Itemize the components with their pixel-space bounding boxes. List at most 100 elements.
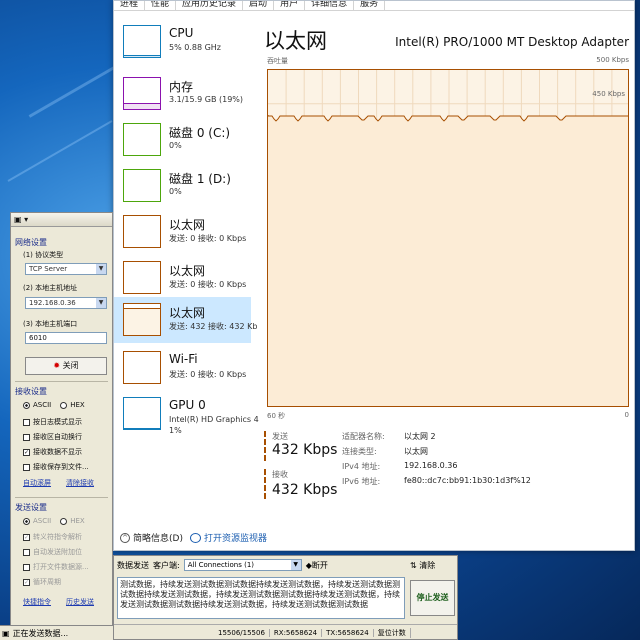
divider (15, 381, 108, 382)
checkbox-checked[interactable]: ✓ (23, 533, 30, 541)
footer-bar: ^ 简略信息(D) 打开资源监视器 (114, 523, 634, 551)
stop-send-button[interactable]: 停止发送 (410, 580, 455, 616)
resource-item[interactable]: 以太网 发送: 0 接收: 0 Kbps (114, 255, 251, 301)
local-port-input[interactable]: 6010 (25, 332, 107, 344)
checkbox[interactable] (23, 463, 30, 471)
send-option[interactable]: ✓ 转义符指令解析 (23, 532, 82, 542)
history-link[interactable]: 历史发送 (66, 597, 94, 607)
resource-name: 以太网 (169, 264, 206, 278)
disconnect-button[interactable]: ◆断开 (306, 560, 328, 571)
checkbox[interactable] (23, 418, 30, 426)
ascii-radio[interactable] (23, 517, 30, 525)
page-title: 以太网 (264, 29, 327, 53)
hex-radio[interactable] (60, 517, 68, 525)
shortcut-link[interactable]: 快捷指令 (23, 597, 51, 607)
open-resource-monitor-link[interactable]: 打开资源监视器 (190, 531, 267, 544)
protocol-select[interactable]: TCP Server ▼ (25, 263, 107, 275)
adapter-name: Intel(R) PRO/1000 MT Desktop Adapter (395, 35, 629, 49)
resource-monitor-icon (190, 532, 201, 543)
status-bar-left: ▣ 正在发送数据... (0, 625, 113, 640)
resource-sub: 发送: 0 接收: 0 Kbps (169, 370, 247, 379)
clear-recv-link[interactable]: 清除接收 (66, 478, 94, 488)
close-button-label: 关闭 (62, 361, 79, 370)
send-textarea[interactable]: 测试数据，持续发送测试数据测试数据持续发送测试数据，持续发送测试数据测试数据持续… (117, 577, 405, 619)
recv-option[interactable]: ✓ 接收数据不显示 (23, 447, 82, 457)
recv-option[interactable]: 按日志模式显示 (23, 417, 82, 427)
resource-item[interactable]: 内存 3.1/15.9 GB (19%) (114, 71, 251, 117)
prop-label: IPv4 地址: (342, 462, 381, 471)
stats-panel: 发送 432 Kbps 接收 432 Kbps 适配器名称: 以太网 2 连接类… (264, 431, 629, 511)
line-scale-label: 450 Kbps (592, 90, 625, 98)
usage-fill (124, 103, 160, 109)
local-ip-select[interactable]: 192.168.0.36 ▼ (25, 297, 107, 309)
resource-sub: 发送: 432 接收: 432 Kb (169, 322, 258, 331)
fewer-details-button[interactable]: ^ 简略信息(D) (120, 531, 183, 544)
tab-5[interactable]: 详细信息 (305, 1, 355, 10)
resource-sub: Intel(R) HD Graphics 4 (169, 415, 259, 424)
resource-item[interactable]: CPU 5% 0.88 GHz (114, 19, 251, 65)
checkbox[interactable] (23, 433, 30, 441)
max-scale-label: 500 Kbps (596, 56, 629, 64)
hex-radio[interactable] (60, 401, 68, 409)
resource-name: 磁盘 0 (C:) (169, 126, 231, 140)
prop-label: IPv6 地址: (342, 477, 381, 486)
throughput-area (268, 114, 628, 406)
client-select[interactable]: All Connections (1) ▼ (183, 559, 302, 571)
tab-3[interactable]: 启动 (243, 1, 275, 10)
reset-count-button[interactable]: 复位计数 (374, 627, 411, 638)
resource-list: CPU 5% 0.88 GHz 内存 3.1/15.9 GB (19%) 磁盘 0 (C… (114, 17, 259, 522)
resource-item[interactable]: 磁盘 1 (D:) 0% (114, 163, 251, 209)
tab-0[interactable]: 进程 (114, 1, 146, 10)
checkbox[interactable] (23, 563, 30, 571)
prop-value: 以太网 2 (404, 432, 436, 441)
resource-name: 内存 (169, 80, 194, 94)
local-ip-value: 192.168.0.36 (29, 299, 76, 307)
send-settings-heading: 发送设置 (15, 503, 47, 512)
prop-value: 192.168.0.36 (404, 461, 458, 470)
resource-item[interactable]: Wi-Fi 发送: 0 接收: 0 Kbps (114, 345, 251, 391)
dropdown-arrow-icon: ▼ (290, 560, 301, 570)
ascii-radio[interactable] (23, 401, 30, 409)
resource-item[interactable]: 磁盘 0 (C:) 0% (114, 117, 251, 163)
send-option[interactable]: 自动发送附加位 (23, 547, 82, 557)
throughput-label: 吞吐量 (267, 57, 288, 65)
resource-thumbnail (123, 123, 161, 156)
recv-settings-heading: 接收设置 (15, 387, 47, 396)
network-settings-heading: 网络设置 (15, 238, 47, 247)
resource-thumbnail (123, 261, 161, 294)
chevron-up-icon: ^ (120, 532, 130, 543)
recv-option-label: 接收区自动换行 (33, 433, 82, 441)
resource-name: Wi-Fi (169, 352, 198, 366)
send-option[interactable]: ✓ 循环周期 (23, 577, 61, 587)
tab-1[interactable]: 性能 (145, 1, 177, 10)
recv-value: 432 Kbps (272, 482, 338, 498)
resource-name: 以太网 (169, 306, 206, 320)
resource-item[interactable]: GPU 0 Intel(R) HD Graphics 4 1% (114, 391, 259, 437)
recv-option[interactable]: 接收保存到文件... (23, 462, 89, 472)
clear-button[interactable]: ⇅ 清除 (410, 560, 435, 571)
send-option-label: 转义符指令解析 (33, 533, 82, 541)
recv-option[interactable]: 接收区自动换行 (23, 432, 82, 442)
resource-item[interactable]: 以太网发送: 432 接收: 432 Kb (114, 297, 257, 343)
tab-2[interactable]: 应用历史记录 (176, 1, 244, 10)
tool-titlebar: ▣ ▾ (11, 213, 112, 227)
status-text: 正在发送数据... (12, 628, 69, 638)
tab-6[interactable]: 服务 (354, 1, 386, 10)
resource-sub2: 1% (169, 426, 182, 435)
status-tx: TX:5658624 (322, 628, 374, 637)
hex-label: HEX (70, 517, 85, 525)
checkbox[interactable] (23, 548, 30, 556)
resource-item[interactable]: 以太网 发送: 0 接收: 0 Kbps (114, 209, 251, 255)
recv-option-label: 接收保存到文件... (33, 463, 89, 471)
checkbox-checked[interactable]: ✓ (23, 448, 30, 456)
app-menu-icon[interactable]: ▣ ▾ (14, 215, 28, 224)
recv-option-label: 按日志模式显示 (33, 418, 82, 426)
close-connection-button[interactable]: ✹ 关闭 (25, 357, 107, 375)
auto-scroll-link[interactable]: 自动滚屏 (23, 478, 51, 488)
ascii-label: ASCII (33, 401, 52, 409)
tab-4[interactable]: 用户 (274, 1, 306, 10)
fewer-details-label: 简略信息(D) (133, 534, 183, 544)
checkbox-checked[interactable]: ✓ (23, 578, 30, 586)
send-option[interactable]: 打开文件数据源... (23, 562, 89, 572)
send-option-label: 循环周期 (33, 578, 61, 586)
